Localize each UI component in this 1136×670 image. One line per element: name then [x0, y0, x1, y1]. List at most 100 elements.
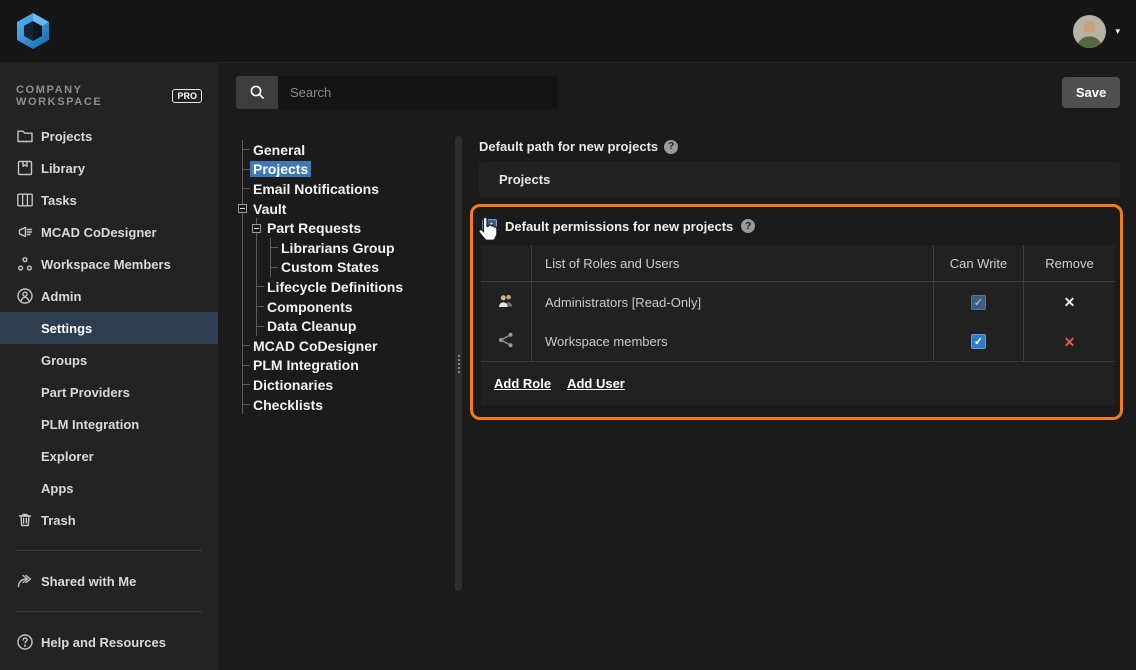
tree-item-custom-states[interactable]: Custom States	[271, 258, 455, 278]
help-icon[interactable]: ?	[664, 140, 678, 154]
sidebar-item-label: Admin	[41, 289, 81, 304]
can-write-checkbox-disabled: ✓	[971, 295, 986, 310]
tree-root-branch: General Projects Email Notifications Vau…	[242, 140, 455, 414]
sidebar-item-label: MCAD CoDesigner	[41, 225, 157, 240]
tree-item-dictionaries[interactable]: Dictionaries	[243, 375, 455, 395]
sidebar-item-label: Part Providers	[41, 385, 130, 400]
sidebar-item-label: Shared with Me	[41, 574, 136, 589]
sidebar-item-mcad-codesigner[interactable]: MCAD CoDesigner	[0, 216, 218, 248]
tree-item-plm-integration[interactable]: PLM Integration	[243, 356, 455, 376]
tree-item-lifecycle-definitions[interactable]: Lifecycle Definitions	[257, 277, 455, 297]
sidebar-item-label: Library	[41, 161, 85, 176]
sidebar: COMPANY WORKSPACE PRO Projects Library T…	[0, 62, 218, 670]
sidebar-item-label: Groups	[41, 353, 87, 368]
sidebar-item-groups[interactable]: Groups	[0, 344, 218, 376]
remove-icon[interactable]: ✕	[1064, 295, 1076, 309]
save-button[interactable]: Save	[1062, 77, 1120, 108]
workspace-header: COMPANY WORKSPACE PRO	[0, 74, 218, 120]
collapse-expander-icon[interactable]	[252, 224, 261, 233]
table-row-icon-cell	[481, 282, 531, 322]
sidebar-item-admin[interactable]: Admin	[0, 280, 218, 312]
tasks-columns-icon	[16, 191, 34, 209]
sidebar-divider	[16, 611, 202, 612]
tree-item-data-cleanup[interactable]: Data Cleanup	[257, 316, 455, 336]
user-menu[interactable]: ▾	[1073, 15, 1120, 48]
shared-arrow-icon	[16, 572, 34, 590]
column-header-can-write: Can Write	[933, 245, 1023, 282]
permissions-highlight-box: ✓ Default permissions for new projects ?…	[470, 204, 1123, 420]
remove-cell: ✕	[1023, 322, 1115, 362]
tree-item-librarians-group[interactable]: Librarians Group	[271, 238, 455, 258]
default-path-field[interactable]: Projects	[479, 162, 1120, 197]
sidebar-item-label: Explorer	[41, 449, 94, 464]
members-icon	[16, 255, 34, 273]
tree-item-mcad-codesigner[interactable]: MCAD CoDesigner	[243, 336, 455, 356]
top-bar: ▾	[0, 0, 1136, 62]
add-user-link[interactable]: Add User	[567, 376, 625, 391]
role-name: Workspace members	[531, 322, 933, 362]
toolbar: Save	[218, 62, 1136, 122]
add-role-link[interactable]: Add Role	[494, 376, 551, 391]
pro-badge: PRO	[172, 89, 202, 104]
sidebar-item-tasks[interactable]: Tasks	[0, 184, 218, 216]
default-permissions-label: Default permissions for new projects	[505, 219, 733, 234]
sidebar-item-projects[interactable]: Projects	[0, 120, 218, 152]
tree-item-email-notifications[interactable]: Email Notifications	[243, 179, 455, 199]
sidebar-item-shared-with-me[interactable]: Shared with Me	[0, 565, 218, 597]
sidebar-item-label: Apps	[41, 481, 74, 496]
sidebar-item-label: Tasks	[41, 193, 77, 208]
sidebar-divider	[16, 550, 202, 551]
sidebar-item-workspace-members[interactable]: Workspace Members	[0, 248, 218, 280]
workspace-label: COMPANY WORKSPACE	[16, 84, 163, 108]
column-header-icon	[481, 245, 531, 282]
tree-item-part-requests[interactable]: Part Requests	[257, 218, 455, 238]
tree-item-components[interactable]: Components	[257, 297, 455, 317]
sidebar-item-settings[interactable]: Settings	[0, 312, 218, 344]
chevron-down-icon[interactable]: ▾	[1115, 27, 1120, 36]
help-icon[interactable]: ?	[741, 219, 755, 233]
default-permissions-checkbox[interactable]: ✓	[482, 219, 497, 234]
sidebar-item-library[interactable]: Library	[0, 152, 218, 184]
tree-item-vault[interactable]: Vault	[243, 199, 455, 219]
altium-365-logo-icon[interactable]	[16, 12, 50, 50]
tree-part-requests-branch: Librarians Group Custom States	[270, 238, 455, 277]
tree-item-checklists[interactable]: Checklists	[243, 395, 455, 415]
tree-item-projects[interactable]: Projects	[243, 160, 455, 180]
sidebar-item-label: Help and Resources	[41, 635, 166, 650]
role-name: Administrators [Read-Only]	[531, 282, 933, 322]
sidebar-item-label: PLM Integration	[41, 417, 139, 432]
remove-icon[interactable]: ✕	[1064, 335, 1076, 349]
panel-splitter[interactable]	[455, 136, 462, 591]
folder-icon	[16, 127, 34, 145]
sidebar-item-part-providers[interactable]: Part Providers	[0, 376, 218, 408]
tree-item-general[interactable]: General	[243, 140, 455, 160]
sidebar-item-plm-integration[interactable]: PLM Integration	[0, 408, 218, 440]
remove-cell: ✕	[1023, 282, 1115, 322]
search-bar[interactable]	[236, 76, 558, 109]
search-icon[interactable]	[236, 76, 278, 109]
sidebar-item-explorer[interactable]: Explorer	[0, 440, 218, 472]
trash-icon	[16, 511, 34, 529]
default-path-value: Projects	[499, 172, 550, 187]
sidebar-item-label: Trash	[41, 513, 76, 528]
help-circle-icon	[16, 633, 34, 651]
table-row-icon-cell	[481, 322, 531, 362]
settings-tree: General Projects Email Notifications Vau…	[218, 122, 455, 670]
collapse-expander-icon[interactable]	[238, 204, 247, 213]
search-input[interactable]	[278, 76, 558, 109]
sidebar-item-help-and-resources[interactable]: Help and Resources	[0, 626, 218, 658]
column-header-remove: Remove	[1023, 245, 1115, 282]
sidebar-item-label: Workspace Members	[41, 257, 171, 272]
library-icon	[16, 159, 34, 177]
settings-content: Default path for new projects ? Projects…	[462, 122, 1136, 670]
avatar[interactable]	[1073, 15, 1106, 48]
sidebar-item-trash[interactable]: Trash	[0, 504, 218, 536]
permissions-table: List of Roles and Users Can Write Remove	[481, 245, 1115, 405]
sidebar-item-label: Projects	[41, 129, 92, 144]
default-path-label: Default path for new projects	[479, 139, 658, 154]
administrators-group-icon	[497, 293, 515, 312]
tree-vault-branch: Part Requests Librarians Group Custom St…	[256, 218, 455, 336]
person-circle-icon	[16, 287, 34, 305]
sidebar-item-apps[interactable]: Apps	[0, 472, 218, 504]
can-write-checkbox[interactable]: ✓	[971, 334, 986, 349]
